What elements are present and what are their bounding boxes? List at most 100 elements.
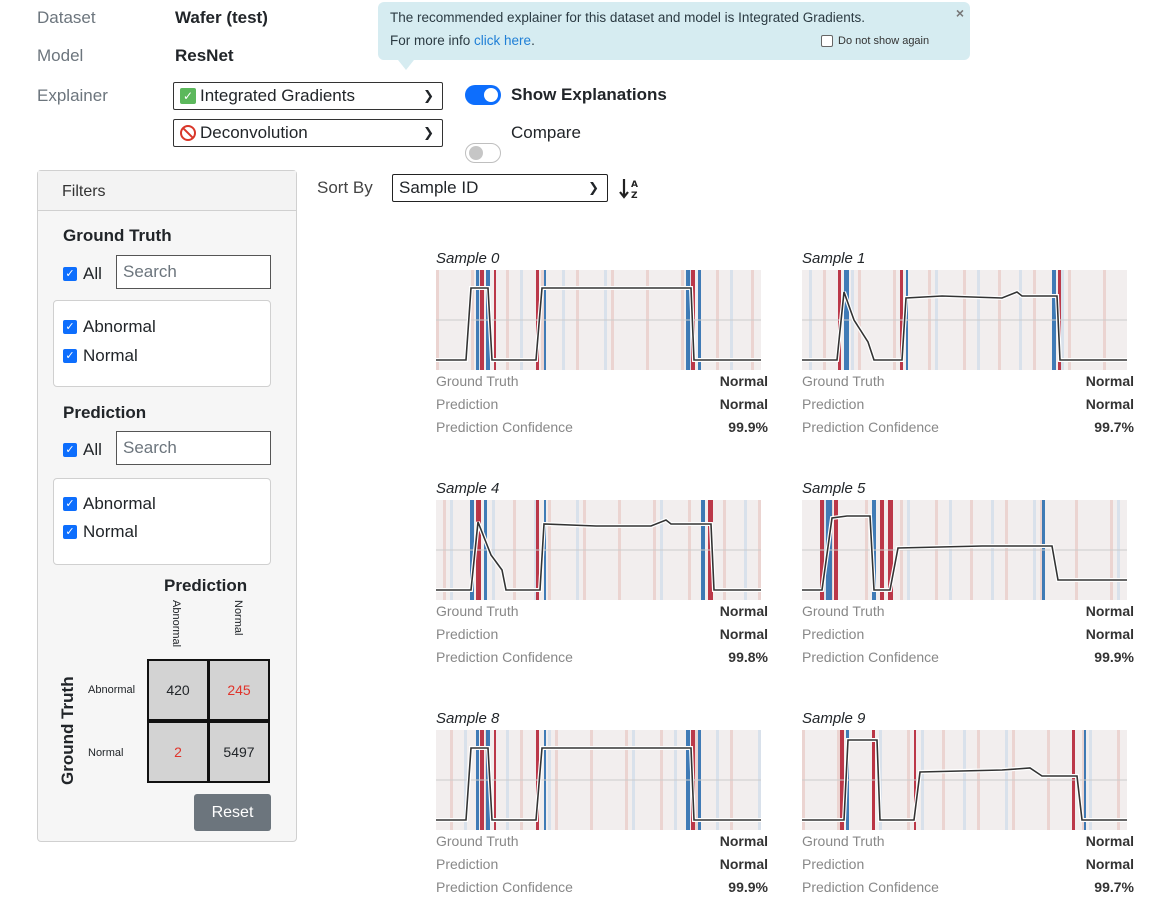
- sample-card[interactable]: Sample 1 Ground Truth Normal Prediction Norm…: [802, 250, 1134, 435]
- sample-confidence-value: 99.7%: [1094, 879, 1134, 895]
- sample-confidence-label: Prediction Confidence: [436, 419, 573, 435]
- sample-explanation-plot: [436, 270, 761, 370]
- sample-title: Sample 8: [436, 710, 500, 727]
- dataset-value: Wafer (test): [175, 8, 268, 27]
- sample-card[interactable]: Sample 8 Ground Truth Normal Prediction Norm…: [436, 710, 768, 895]
- sample-explanation-plot: [802, 270, 1127, 370]
- sample-confidence-label: Prediction Confidence: [436, 879, 573, 895]
- model-label: Model: [37, 46, 84, 65]
- do-not-show-again-label: Do not show again: [838, 35, 930, 47]
- ground-truth-item-normal[interactable]: ✓ Normal: [63, 346, 138, 366]
- matrix-col-label-abnormal: Abnormal: [170, 600, 182, 648]
- prediction-item-normal[interactable]: ✓ Normal: [63, 522, 138, 542]
- chevron-down-icon: ❯: [423, 88, 434, 103]
- sort-alpha-icon[interactable]: A Z: [618, 176, 644, 207]
- click-here-link[interactable]: click here: [474, 33, 531, 48]
- sample-explanation-plot: [802, 500, 1127, 600]
- sample-ground-truth-value: Normal: [719, 603, 768, 619]
- sample-prediction-value: Normal: [719, 626, 768, 642]
- sample-confidence-value: 99.9%: [1094, 649, 1134, 665]
- sample-confidence-label: Prediction Confidence: [802, 419, 939, 435]
- explainer-secondary-select[interactable]: Deconvolution ❯: [173, 119, 443, 147]
- explainer-secondary-value: Deconvolution: [200, 123, 308, 142]
- sample-ground-truth-value: Normal: [719, 373, 768, 389]
- sample-title: Sample 1: [802, 250, 866, 267]
- sample-title: Sample 9: [802, 710, 866, 727]
- matrix-cell-tn[interactable]: 5497: [208, 721, 270, 783]
- ground-truth-title: Ground Truth: [63, 226, 172, 245]
- sample-ground-truth-label: Ground Truth: [436, 373, 519, 389]
- matrix-row-label-normal: Normal: [88, 747, 124, 759]
- svg-text:A: A: [631, 180, 638, 190]
- prediction-search-input[interactable]: Search: [116, 431, 271, 465]
- show-explanations-toggle[interactable]: [465, 85, 501, 105]
- sample-card[interactable]: Sample 9 Ground Truth Normal Prediction Norm…: [802, 710, 1134, 895]
- matrix-cell-tp[interactable]: 420: [147, 659, 209, 721]
- sample-prediction-label: Prediction: [436, 626, 499, 642]
- sample-confidence-label: Prediction Confidence: [436, 649, 573, 665]
- sample-prediction-label: Prediction: [436, 856, 499, 872]
- sample-confidence-value: 99.9%: [728, 419, 768, 435]
- sample-confidence-value: 99.9%: [728, 879, 768, 895]
- tooltip-more-prefix: For more info: [390, 33, 475, 48]
- compare-toggle[interactable]: [465, 143, 501, 163]
- check-icon: ✓: [180, 88, 196, 104]
- ground-truth-search-input[interactable]: Search: [116, 255, 271, 289]
- dataset-label: Dataset: [37, 8, 96, 27]
- matrix-col-label-normal: Normal: [232, 600, 244, 636]
- chevron-down-icon: ❯: [588, 180, 599, 195]
- sample-prediction-value: Normal: [1085, 626, 1134, 642]
- sample-title: Sample 5: [802, 480, 866, 497]
- sample-ground-truth-value: Normal: [1085, 603, 1134, 619]
- tooltip-text: The recommended explainer for this datas…: [390, 10, 866, 25]
- list-item-label: Abnormal: [83, 317, 156, 336]
- reset-button[interactable]: Reset: [194, 794, 271, 831]
- explainer-recommendation-tooltip: The recommended explainer for this datas…: [378, 2, 970, 70]
- sample-prediction-label: Prediction: [802, 856, 865, 872]
- sort-by-label: Sort By: [317, 178, 373, 197]
- explainer-primary-select[interactable]: ✓ Integrated Gradients ❯: [173, 82, 443, 110]
- checkbox-icon: ✓: [63, 267, 77, 281]
- sample-card[interactable]: Sample 5 Ground Truth Normal Prediction Norm…: [802, 480, 1134, 665]
- tooltip-more-suffix: .: [531, 33, 535, 48]
- prediction-item-abnormal[interactable]: ✓ Abnormal: [63, 494, 156, 514]
- sample-explanation-plot: [436, 500, 761, 600]
- tooltip-more-info: For more info click here.: [390, 33, 535, 48]
- sample-card[interactable]: Sample 4 Ground Truth Normal Prediction Norm…: [436, 480, 768, 665]
- matrix-cell-fp[interactable]: 2: [147, 721, 209, 783]
- explainer-label: Explainer: [37, 86, 108, 105]
- matrix-col-title: Prediction: [164, 576, 248, 595]
- svg-text:Z: Z: [631, 191, 638, 201]
- close-icon[interactable]: ×: [956, 5, 964, 21]
- do-not-show-again-checkbox[interactable]: Do not show again: [821, 35, 929, 47]
- list-item-label: Normal: [83, 346, 138, 365]
- ground-truth-all-checkbox[interactable]: ✓ All: [63, 264, 102, 284]
- sample-prediction-label: Prediction: [802, 626, 865, 642]
- sample-ground-truth-value: Normal: [719, 833, 768, 849]
- explainer-primary-value: Integrated Gradients: [200, 86, 355, 105]
- model-value: ResNet: [175, 46, 234, 65]
- matrix-row-label-abnormal: Abnormal: [88, 684, 136, 696]
- matrix-row-title: Ground Truth: [58, 676, 77, 785]
- sample-ground-truth-label: Ground Truth: [436, 833, 519, 849]
- prediction-title: Prediction: [63, 403, 147, 422]
- sample-prediction-value: Normal: [1085, 856, 1134, 872]
- sample-ground-truth-label: Ground Truth: [802, 603, 885, 619]
- list-item-label: Normal: [83, 522, 138, 541]
- sort-by-value: Sample ID: [399, 178, 479, 197]
- chevron-down-icon: ❯: [423, 125, 434, 140]
- sample-prediction-value: Normal: [719, 856, 768, 872]
- prediction-all-checkbox[interactable]: ✓ All: [63, 440, 102, 460]
- sample-ground-truth-value: Normal: [1085, 833, 1134, 849]
- filters-title: Filters: [38, 171, 296, 211]
- sample-card[interactable]: Sample 0 Ground Truth Normal Prediction Norm…: [436, 250, 768, 435]
- sample-prediction-label: Prediction: [436, 396, 499, 412]
- checkbox-icon: ✓: [63, 497, 77, 511]
- ground-truth-item-abnormal[interactable]: ✓ Abnormal: [63, 317, 156, 337]
- sample-confidence-label: Prediction Confidence: [802, 649, 939, 665]
- show-explanations-label: Show Explanations: [511, 85, 667, 104]
- matrix-cell-fn[interactable]: 245: [208, 659, 270, 721]
- sample-prediction-value: Normal: [1085, 396, 1134, 412]
- sort-by-select[interactable]: Sample ID ❯: [392, 174, 608, 202]
- sample-ground-truth-value: Normal: [1085, 373, 1134, 389]
